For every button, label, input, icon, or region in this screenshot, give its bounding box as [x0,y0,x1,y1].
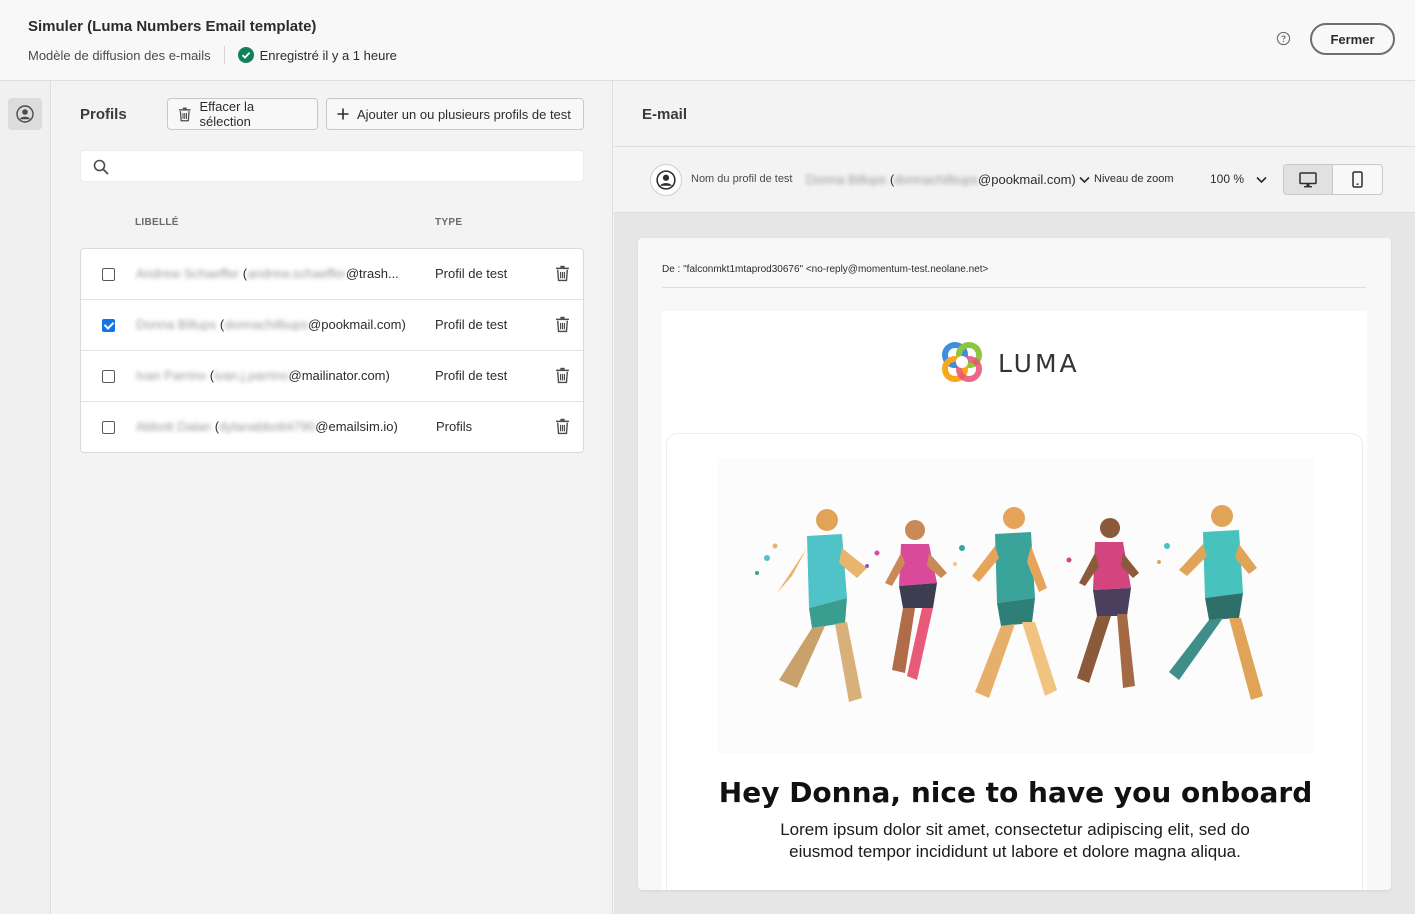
row-checkbox[interactable] [102,268,115,281]
profile-email-domain: @trash... [345,266,399,281]
email-headline: Hey Donna, nice to have you onboard [718,776,1313,809]
profile-email-domain: @emailsim.io [315,419,394,434]
profile-email-domain: @mailinator.com [288,368,386,383]
row-checkbox[interactable] [102,421,115,434]
profile-type: Profil de test [435,317,508,332]
profile-name: Abbott Dalan [136,419,212,434]
profiles-title: Profils [80,106,127,123]
profile-label: Donna Billups (donnachilbups@pookmail.co… [136,317,406,332]
email-body: LUMA Hey Donna, nice to have you onboard… [662,311,1367,890]
profile-email-local: andrew.schaeffer [247,266,346,281]
search-icon [93,159,109,175]
mobile-icon [1352,171,1363,188]
content-card: Hey Donna, nice to have you onboard Lore… [666,433,1363,890]
profile-label: Andrew Schaeffer (andrew.schaeffer@trash… [136,266,399,281]
test-profile-name: Donna Billups [806,172,887,187]
email-body-text: Lorem ipsum dolor sit amet, consectetur … [780,820,1250,861]
close-button[interactable]: Fermer [1310,23,1395,55]
profiles-table: Andrew Schaeffer (andrew.schaeffer@trash… [80,248,584,453]
page-subtitle-row: Modèle de diffusion des e-mails Enregist… [28,46,397,64]
divider [662,287,1366,288]
delete-icon[interactable] [555,418,570,435]
page-title: Simuler (Luma Numbers Email template) [28,18,317,35]
delete-icon[interactable] [555,265,570,282]
email-title: E-mail [642,106,688,123]
email-header: E-mail [614,81,1415,147]
page-subtitle: Modèle de diffusion des e-mails [28,47,211,63]
profile-email-domain: @pookmail.com [308,317,402,332]
plus-icon [337,108,349,120]
saved-status-text: Enregistré il y a 1 heure [259,47,397,63]
saved-status: Enregistré il y a 1 heure [237,47,397,63]
mobile-view-button[interactable] [1333,165,1382,194]
runner-figure [1066,518,1139,688]
desktop-view-button[interactable] [1284,165,1334,194]
brand-logo: LUMA [941,341,1080,385]
runner-figure [865,520,947,680]
profile-label: Ivan Parrino (ivan.j.parrino@mailinator.… [136,368,390,383]
column-header-type[interactable]: TYPE [435,217,462,228]
email-preview: De : "falconmkt1mtaprod30676" <no-reply@… [638,238,1391,890]
zoom-level-label: Niveau de zoom [1094,173,1174,185]
profile-label: Abbott Dalan (dylanabbott4790@emailsim.i… [136,419,398,434]
profile-email-local: ivan.j.parrino [214,368,289,383]
chevron-down-icon[interactable] [1079,176,1090,184]
paren-close: ) [393,419,398,434]
left-rail [0,81,51,914]
email-panel: E-mail Nom du profil de test Donna Billu… [614,81,1415,914]
paren-close: ) [385,368,390,383]
paren-close: ) [401,317,406,332]
device-toggle [1283,164,1383,195]
page-header: Simuler (Luma Numbers Email template) Mo… [0,0,1415,81]
test-profile-label: Nom du profil de test [691,173,793,185]
delete-icon[interactable] [555,367,570,384]
row-checkbox[interactable] [102,319,115,332]
table-row[interactable]: Andrew Schaeffer (andrew.schaeffer@trash… [81,249,583,300]
delete-icon[interactable] [555,316,570,333]
row-checkbox[interactable] [102,370,115,383]
column-header-label[interactable]: LIBELLÉ [135,217,179,228]
check-circle-icon [237,47,254,63]
profile-name: Donna Billups [136,317,217,332]
table-row[interactable]: Abbott Dalan (dylanabbott4790@emailsim.i… [81,402,583,453]
profile-email-local: donnachilbups [224,317,309,332]
test-profile-email-local: donnachilbups [894,172,979,187]
profile-type: Profils [436,419,473,434]
profile-name: Ivan Parrino [136,368,207,383]
clear-selection-label: Effacer la sélection [199,99,255,129]
search-input[interactable] [80,150,584,182]
test-profile-value[interactable]: Donna Billups (donnachilbups@pookmail.co… [806,172,1076,187]
email-toolbar: Nom du profil de test Donna Billups (don… [614,147,1415,213]
runners-illustration [755,505,1263,702]
clear-selection-button[interactable]: Effacer la sélection [167,98,318,130]
add-test-profiles-button[interactable]: Ajouter un ou plusieurs profils de test [326,98,584,130]
profiles-panel: Profils Effacer la sélection Ajouter un … [52,81,613,914]
runner-figure [755,509,867,702]
test-profile-email-domain: @pookmail.com) [978,172,1076,187]
user-icon [656,170,676,190]
user-icon [16,105,34,123]
zoom-select[interactable]: 100 % [1210,172,1244,186]
profile-type: Profil de test [435,368,508,383]
chevron-down-icon[interactable] [1256,176,1267,184]
profile-name: Andrew Schaeffer [136,266,240,281]
avatar [650,164,682,196]
runner-figure [953,507,1057,698]
brand-name: LUMA [998,348,1080,378]
table-row[interactable]: Ivan Parrino (ivan.j.parrino@mailinator.… [81,351,583,402]
luma-logo-icon [942,342,982,382]
help-icon[interactable] [1276,31,1291,46]
add-test-profiles-label: Ajouter un ou plusieurs profils de test [357,106,571,122]
rail-profiles-button[interactable] [8,98,42,130]
from-line: De : "falconmkt1mtaprod30676" <no-reply@… [662,264,989,275]
divider [223,46,225,64]
table-row[interactable]: Donna Billups (donnachilbups@pookmail.co… [81,300,583,351]
trash-icon [178,107,191,121]
profile-email-local: dylanabbott4790 [219,419,316,434]
runner-figure [1157,505,1263,700]
profile-type: Profil de test [435,266,508,281]
hero-image [717,458,1314,754]
desktop-icon [1299,171,1317,187]
